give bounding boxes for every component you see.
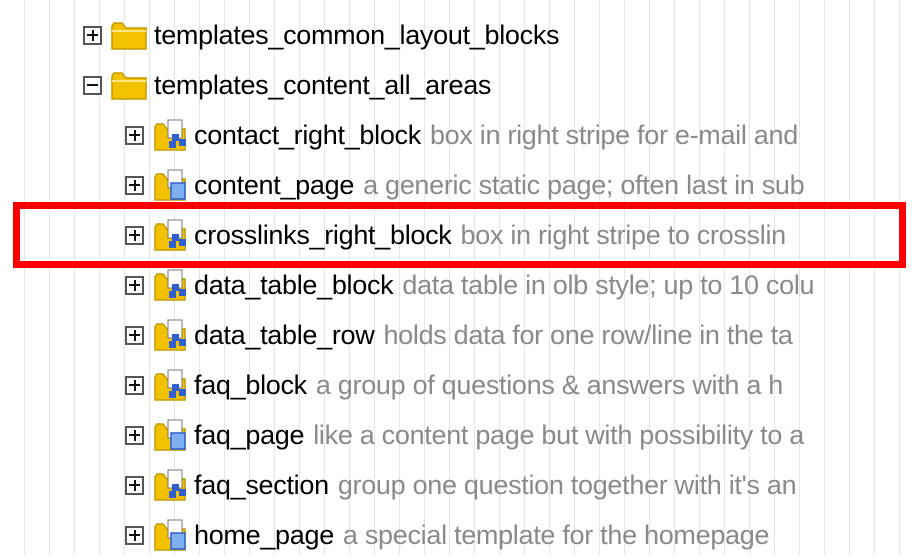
tree-node-description: a group of questions & answers with a h — [315, 369, 783, 400]
template-tree: templates_common_layout_blocks templates… — [0, 0, 912, 555]
collapse-toggle[interactable] — [83, 75, 102, 95]
template-block-icon — [154, 269, 186, 301]
template-block-icon — [154, 469, 186, 501]
expand-toggle[interactable] — [125, 275, 144, 295]
template-block-icon — [154, 119, 186, 151]
tree-node-name: home_page — [194, 519, 334, 550]
tree-node-data-table-row[interactable]: data_table_row holds data for one row/li… — [125, 310, 793, 360]
expand-toggle[interactable] — [125, 425, 144, 445]
expand-toggle[interactable] — [83, 25, 102, 45]
tree-node-faq-page[interactable]: faq_page like a content page but with po… — [125, 410, 804, 460]
tree-node-description: group one question together with it's an — [337, 469, 797, 500]
tree-node-description: data table in olb style; up to 10 colu — [402, 269, 815, 300]
expand-toggle[interactable] — [125, 475, 144, 495]
tree-node-name: faq_page — [194, 419, 305, 450]
tree-node-name: faq_section — [194, 469, 329, 500]
tree-node-name: data_table_row — [194, 319, 375, 350]
template-block-icon — [154, 319, 186, 351]
tree-node-description: box in right stripe for e-mail and — [429, 119, 798, 150]
expand-toggle[interactable] — [125, 125, 144, 145]
tree-node-name: templates_content_all_areas — [154, 69, 492, 100]
tree-node-description: holds data for one row/line in the ta — [383, 319, 793, 350]
template-block-icon — [154, 219, 186, 251]
tree-node-description: a generic static page; often last in sub — [363, 169, 805, 200]
expand-toggle[interactable] — [125, 175, 144, 195]
tree-node-data-table-block[interactable]: data_table_block data table in olb style… — [125, 260, 815, 310]
tree-node-description: box in right stripe to crosslin — [460, 219, 787, 250]
template-page-icon — [154, 169, 186, 201]
tree-node-name: contact_right_block — [194, 119, 421, 150]
tree-node-name: templates_common_layout_blocks — [154, 19, 560, 50]
tree-node-home-page[interactable]: home_page a special template for the hom… — [125, 510, 770, 560]
tree-node-crosslinks-right-block[interactable]: crosslinks_right_block box in right stri… — [125, 210, 786, 260]
tree-node-contact-right-block[interactable]: contact_right_block box in right stripe … — [125, 110, 798, 160]
tree-node-faq-section[interactable]: faq_section group one question together … — [125, 460, 797, 510]
expand-toggle[interactable] — [125, 225, 144, 245]
template-block-icon — [154, 369, 186, 401]
expand-toggle[interactable] — [125, 325, 144, 345]
folder-icon — [111, 72, 147, 100]
tree-node-name: data_table_block — [194, 269, 394, 300]
template-page-icon — [154, 519, 186, 551]
tree-node-faq-block[interactable]: faq_block a group of questions & answers… — [125, 360, 783, 410]
expand-toggle[interactable] — [125, 525, 144, 545]
tree-node-name: faq_block — [194, 369, 307, 400]
tree-node-description: like a content page but with possibility… — [313, 419, 805, 450]
tree-node-description: a special template for the homepage — [342, 519, 770, 550]
folder-icon — [111, 22, 147, 50]
tree-node-templates-content-all-areas[interactable]: templates_content_all_areas — [83, 60, 491, 110]
tree-node-content-page[interactable]: content_page a generic static page; ofte… — [125, 160, 805, 210]
tree-node-name: content_page — [194, 169, 355, 200]
tree-node-templates-common-layout-blocks[interactable]: templates_common_layout_blocks — [83, 10, 560, 60]
tree-node-name: crosslinks_right_block — [194, 219, 452, 250]
expand-toggle[interactable] — [125, 375, 144, 395]
template-page-icon — [154, 419, 186, 451]
